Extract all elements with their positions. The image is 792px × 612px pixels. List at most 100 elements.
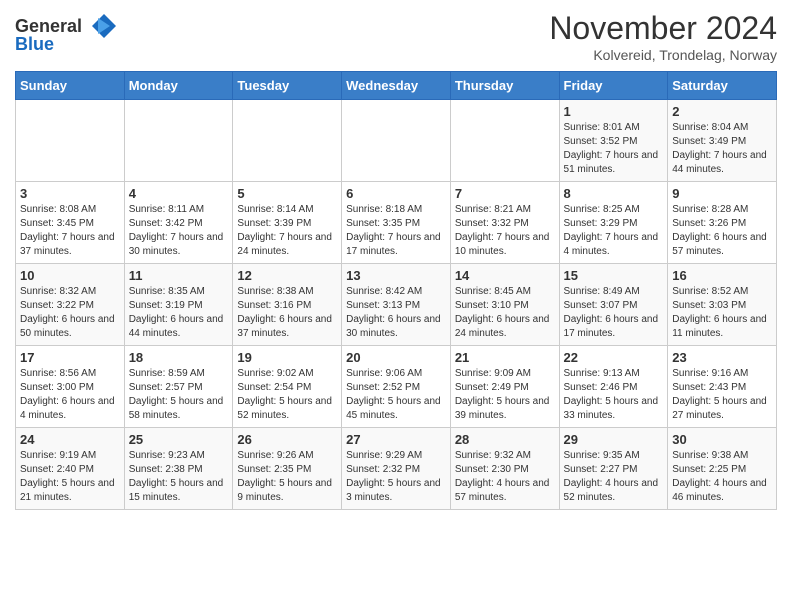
calendar-cell: 20 Sunrise: 9:06 AM Sunset: 2:52 PM Dayli… bbox=[342, 346, 451, 428]
weekday-header-friday: Friday bbox=[559, 72, 668, 100]
day-number: 14 bbox=[455, 268, 555, 283]
day-info: Sunrise: 8:56 AM Sunset: 3:00 PM Dayligh… bbox=[20, 367, 120, 423]
weekday-header-thursday: Thursday bbox=[450, 72, 559, 100]
day-info: Sunrise: 9:23 AM Sunset: 2:38 PM Dayligh… bbox=[129, 449, 229, 505]
calendar-cell: 24Sunrise: 9:19 AM Sunset: 2:40 PM Dayli… bbox=[16, 428, 125, 510]
day-info: Sunrise: 8:28 AM Sunset: 3:26 PM Dayligh… bbox=[672, 203, 772, 259]
calendar-week-row: 10Sunrise: 8:32 AM Sunset: 3:22 PM Dayli… bbox=[16, 264, 777, 346]
day-info: Sunrise: 8:49 AM Sunset: 3:07 PM Dayligh… bbox=[564, 285, 664, 341]
calendar-cell: 8 Sunrise: 8:25 AM Sunset: 3:29 PM Daylig… bbox=[559, 182, 668, 264]
calendar-cell bbox=[450, 100, 559, 182]
calendar-week-row: 17 Sunrise: 8:56 AM Sunset: 3:00 PM Dayli… bbox=[16, 346, 777, 428]
month-title: November 2024 bbox=[549, 10, 777, 47]
logo-icon bbox=[84, 10, 116, 42]
weekday-header-wednesday: Wednesday bbox=[342, 72, 451, 100]
day-number: 11 bbox=[129, 268, 229, 283]
day-number: 23 bbox=[672, 350, 772, 365]
day-info: Sunrise: 9:38 AM Sunset: 2:25 PM Dayligh… bbox=[672, 449, 772, 505]
calendar-cell bbox=[233, 100, 342, 182]
day-number: 15 bbox=[564, 268, 664, 283]
day-info: Sunrise: 9:13 AM Sunset: 2:46 PM Dayligh… bbox=[564, 367, 664, 423]
calendar-cell: 19 Sunrise: 9:02 AM Sunset: 2:54 PM Dayli… bbox=[233, 346, 342, 428]
day-info: Sunrise: 9:02 AM Sunset: 2:54 PM Dayligh… bbox=[237, 367, 337, 423]
calendar-cell: 26Sunrise: 9:26 AM Sunset: 2:35 PM Dayli… bbox=[233, 428, 342, 510]
calendar-cell bbox=[124, 100, 233, 182]
day-info: Sunrise: 8:11 AM Sunset: 3:42 PM Dayligh… bbox=[129, 203, 229, 259]
day-info: Sunrise: 8:32 AM Sunset: 3:22 PM Dayligh… bbox=[20, 285, 120, 341]
calendar-cell: 4 Sunrise: 8:11 AM Sunset: 3:42 PM Daylig… bbox=[124, 182, 233, 264]
calendar-cell: 14 Sunrise: 8:45 AM Sunset: 3:10 PM Dayli… bbox=[450, 264, 559, 346]
weekday-header-saturday: Saturday bbox=[668, 72, 777, 100]
day-number: 29 bbox=[564, 432, 664, 447]
calendar-cell: 5 Sunrise: 8:14 AM Sunset: 3:39 PM Daylig… bbox=[233, 182, 342, 264]
calendar-cell bbox=[342, 100, 451, 182]
calendar-cell: 30 Sunrise: 9:38 AM Sunset: 2:25 PM Dayli… bbox=[668, 428, 777, 510]
day-number: 21 bbox=[455, 350, 555, 365]
calendar-cell bbox=[16, 100, 125, 182]
calendar-cell: 22 Sunrise: 9:13 AM Sunset: 2:46 PM Dayli… bbox=[559, 346, 668, 428]
day-number: 2 bbox=[672, 104, 772, 119]
day-number: 16 bbox=[672, 268, 772, 283]
title-area: November 2024 Kolvereid, Trondelag, Norw… bbox=[549, 10, 777, 63]
calendar-cell: 10Sunrise: 8:32 AM Sunset: 3:22 PM Dayli… bbox=[16, 264, 125, 346]
day-number: 27 bbox=[346, 432, 446, 447]
day-info: Sunrise: 8:45 AM Sunset: 3:10 PM Dayligh… bbox=[455, 285, 555, 341]
day-number: 19 bbox=[237, 350, 337, 365]
day-info: Sunrise: 8:25 AM Sunset: 3:29 PM Dayligh… bbox=[564, 203, 664, 259]
day-number: 5 bbox=[237, 186, 337, 201]
day-number: 4 bbox=[129, 186, 229, 201]
calendar-week-row: 1 Sunrise: 8:01 AM Sunset: 3:52 PM Daylig… bbox=[16, 100, 777, 182]
calendar-cell: 2 Sunrise: 8:04 AM Sunset: 3:49 PM Daylig… bbox=[668, 100, 777, 182]
calendar-cell: 3 Sunrise: 8:08 AM Sunset: 3:45 PM Daylig… bbox=[16, 182, 125, 264]
calendar-cell: 16Sunrise: 8:52 AM Sunset: 3:03 PM Dayli… bbox=[668, 264, 777, 346]
day-number: 17 bbox=[20, 350, 120, 365]
calendar-cell: 17 Sunrise: 8:56 AM Sunset: 3:00 PM Dayli… bbox=[16, 346, 125, 428]
day-number: 1 bbox=[564, 104, 664, 119]
calendar-cell: 13 Sunrise: 8:42 AM Sunset: 3:13 PM Dayli… bbox=[342, 264, 451, 346]
day-info: Sunrise: 9:06 AM Sunset: 2:52 PM Dayligh… bbox=[346, 367, 446, 423]
day-info: Sunrise: 8:59 AM Sunset: 2:57 PM Dayligh… bbox=[129, 367, 229, 423]
location-subtitle: Kolvereid, Trondelag, Norway bbox=[549, 47, 777, 63]
calendar-cell: 15 Sunrise: 8:49 AM Sunset: 3:07 PM Dayli… bbox=[559, 264, 668, 346]
day-info: Sunrise: 8:35 AM Sunset: 3:19 PM Dayligh… bbox=[129, 285, 229, 341]
calendar-cell: 11 Sunrise: 8:35 AM Sunset: 3:19 PM Dayli… bbox=[124, 264, 233, 346]
day-info: Sunrise: 9:09 AM Sunset: 2:49 PM Dayligh… bbox=[455, 367, 555, 423]
day-info: Sunrise: 9:32 AM Sunset: 2:30 PM Dayligh… bbox=[455, 449, 555, 505]
day-number: 28 bbox=[455, 432, 555, 447]
day-info: Sunrise: 9:26 AM Sunset: 2:35 PM Dayligh… bbox=[237, 449, 337, 505]
day-number: 30 bbox=[672, 432, 772, 447]
day-number: 9 bbox=[672, 186, 772, 201]
day-info: Sunrise: 8:18 AM Sunset: 3:35 PM Dayligh… bbox=[346, 203, 446, 259]
day-number: 22 bbox=[564, 350, 664, 365]
calendar-cell: 27Sunrise: 9:29 AM Sunset: 2:32 PM Dayli… bbox=[342, 428, 451, 510]
logo: General Blue bbox=[15, 10, 116, 55]
day-info: Sunrise: 9:35 AM Sunset: 2:27 PM Dayligh… bbox=[564, 449, 664, 505]
calendar-cell: 1 Sunrise: 8:01 AM Sunset: 3:52 PM Daylig… bbox=[559, 100, 668, 182]
day-info: Sunrise: 8:01 AM Sunset: 3:52 PM Dayligh… bbox=[564, 121, 664, 177]
weekday-header-tuesday: Tuesday bbox=[233, 72, 342, 100]
day-info: Sunrise: 8:14 AM Sunset: 3:39 PM Dayligh… bbox=[237, 203, 337, 259]
day-number: 12 bbox=[237, 268, 337, 283]
day-info: Sunrise: 8:04 AM Sunset: 3:49 PM Dayligh… bbox=[672, 121, 772, 177]
calendar-cell: 28 Sunrise: 9:32 AM Sunset: 2:30 PM Dayli… bbox=[450, 428, 559, 510]
day-number: 13 bbox=[346, 268, 446, 283]
weekday-header-row: SundayMondayTuesdayWednesdayThursdayFrid… bbox=[16, 72, 777, 100]
calendar-cell: 25 Sunrise: 9:23 AM Sunset: 2:38 PM Dayli… bbox=[124, 428, 233, 510]
day-number: 20 bbox=[346, 350, 446, 365]
day-number: 3 bbox=[20, 186, 120, 201]
day-number: 8 bbox=[564, 186, 664, 201]
calendar-cell: 6Sunrise: 8:18 AM Sunset: 3:35 PM Daylig… bbox=[342, 182, 451, 264]
calendar-cell: 21 Sunrise: 9:09 AM Sunset: 2:49 PM Dayli… bbox=[450, 346, 559, 428]
day-info: Sunrise: 8:42 AM Sunset: 3:13 PM Dayligh… bbox=[346, 285, 446, 341]
day-info: Sunrise: 8:21 AM Sunset: 3:32 PM Dayligh… bbox=[455, 203, 555, 259]
day-number: 24 bbox=[20, 432, 120, 447]
calendar-cell: 12 Sunrise: 8:38 AM Sunset: 3:16 PM Dayli… bbox=[233, 264, 342, 346]
day-number: 7 bbox=[455, 186, 555, 201]
weekday-header-sunday: Sunday bbox=[16, 72, 125, 100]
page-header: General Blue November 2024 Kolvereid, Tr… bbox=[15, 10, 777, 63]
day-info: Sunrise: 8:08 AM Sunset: 3:45 PM Dayligh… bbox=[20, 203, 120, 259]
day-number: 25 bbox=[129, 432, 229, 447]
calendar-cell: 29 Sunrise: 9:35 AM Sunset: 2:27 PM Dayli… bbox=[559, 428, 668, 510]
day-info: Sunrise: 8:38 AM Sunset: 3:16 PM Dayligh… bbox=[237, 285, 337, 341]
day-info: Sunrise: 9:16 AM Sunset: 2:43 PM Dayligh… bbox=[672, 367, 772, 423]
